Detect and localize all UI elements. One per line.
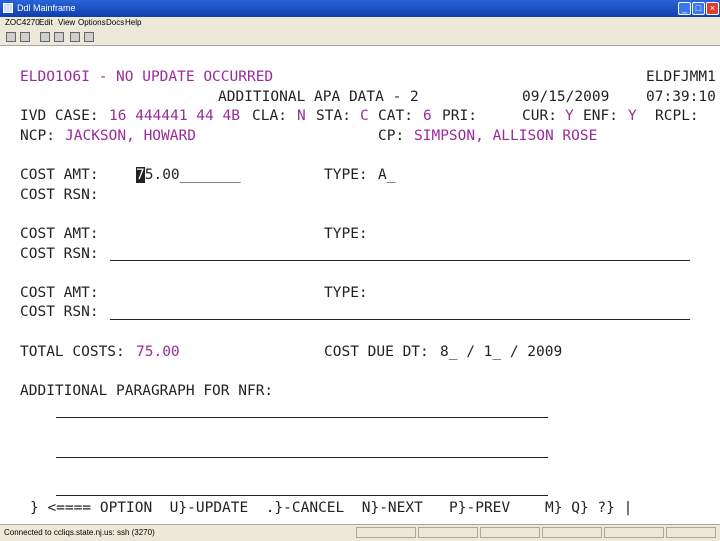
maximize-button[interactable]: □: [692, 2, 705, 15]
cp-label: CP:: [378, 128, 405, 144]
pri-label: PRI:: [442, 108, 477, 124]
minimize-button[interactable]: _: [678, 2, 691, 15]
cost-rsn-field-2[interactable]: [110, 260, 690, 261]
cost-rsn-field-3[interactable]: [110, 319, 690, 320]
ncp-value: JACKSON, HOWARD: [65, 128, 196, 144]
print-icon[interactable]: [40, 32, 50, 42]
menu-item-help[interactable]: Help: [125, 18, 141, 28]
ncp-label: NCP:: [20, 128, 55, 144]
sta-value: C: [360, 108, 369, 124]
app-icon: [3, 3, 13, 13]
cost-rsn-label-1: COST RSN:: [20, 187, 99, 203]
status-cell: [356, 527, 416, 538]
cla-label: CLA:: [252, 108, 287, 124]
ivd-case-label: IVD CASE:: [20, 108, 99, 124]
cur-value: Y: [565, 108, 574, 124]
paragraph-field-2[interactable]: [56, 457, 548, 458]
cost-rsn-label-2: COST RSN:: [20, 246, 99, 262]
cur-label: CUR:: [522, 108, 557, 124]
cost-amt-field-1[interactable]: 75.00_______: [136, 167, 241, 184]
cost-due-field[interactable]: 8_ / 1_ / 2009: [440, 344, 562, 361]
copy-icon[interactable]: [70, 32, 80, 42]
close-button[interactable]: ×: [706, 2, 719, 15]
text-cursor: 7: [136, 167, 145, 183]
status-cell: [418, 527, 478, 538]
cat-label: CAT:: [378, 108, 413, 124]
status-bar: Connected to ccliqs.state.nj.us: ssh (32…: [0, 524, 720, 541]
sta-label: STA:: [316, 108, 351, 124]
status-cell: [604, 527, 664, 538]
total-costs-value: 75.00: [136, 344, 180, 360]
menu-item-options[interactable]: Options: [78, 18, 106, 28]
disconnect-icon[interactable]: [20, 32, 30, 42]
status-cell: [542, 527, 602, 538]
paragraph-field-1[interactable]: [56, 417, 548, 418]
toolbar: [0, 29, 720, 46]
menu-item-edit[interactable]: Edit: [39, 18, 53, 28]
menu-item-docs[interactable]: Docs: [106, 18, 124, 28]
type-label-3: TYPE:: [324, 285, 368, 301]
type-label-1: TYPE:: [324, 167, 368, 183]
cp-value: SIMPSON, ALLISON ROSE: [414, 128, 598, 144]
cost-due-label: COST DUE DT:: [324, 344, 429, 360]
message-line: ELDO1O6I - NO UPDATE OCCURRED: [20, 69, 274, 85]
screen-id: ELDFJMM1: [646, 69, 716, 85]
cost-amt-label-1: COST AMT:: [20, 167, 99, 183]
ivd-case-value: 16 444441 44 4B: [109, 108, 240, 124]
screen-time: 07:39:10: [646, 89, 716, 105]
paste-icon[interactable]: [84, 32, 94, 42]
cost-amt-value-1: 5.00_______: [144, 167, 241, 183]
terminal-screen[interactable]: ELDO1O6I - NO UPDATE OCCURRED ELDFJMM1 A…: [0, 46, 720, 524]
paragraph-field-3[interactable]: [56, 495, 548, 496]
enf-value: Y: [628, 108, 637, 124]
status-text: Connected to ccliqs.state.nj.us: ssh (32…: [4, 528, 155, 537]
total-costs-label: TOTAL COSTS:: [20, 344, 125, 360]
menu-item-zoc[interactable]: ZOC4270: [5, 18, 40, 28]
status-cell: [480, 527, 540, 538]
page-title: ADDITIONAL APA DATA - 2: [218, 89, 419, 105]
screen-date: 09/15/2009: [522, 89, 610, 105]
status-cell: [666, 527, 716, 538]
cla-value: N: [297, 108, 306, 124]
additional-paragraph-label: ADDITIONAL PARAGRAPH FOR NFR:: [20, 383, 274, 399]
function-key-line: } <==== OPTION U}-UPDATE .}-CANCEL N}-NE…: [30, 500, 633, 516]
type-label-2: TYPE:: [324, 226, 368, 242]
cost-rsn-label-3: COST RSN:: [20, 304, 99, 320]
cost-amt-label-3: COST AMT:: [20, 285, 99, 301]
cat-value: 6: [423, 108, 432, 124]
rcpl-label: RCPL:: [655, 108, 699, 124]
screen-icon[interactable]: [54, 32, 64, 42]
menu-bar: ZOC4270 Edit View Options Docs Help: [0, 17, 720, 29]
connect-icon[interactable]: [6, 32, 16, 42]
type-field-1[interactable]: A_: [378, 167, 395, 184]
enf-label: ENF:: [583, 108, 618, 124]
menu-item-view[interactable]: View: [58, 18, 75, 28]
window-title: Ddl Mainframe: [17, 3, 76, 13]
cost-amt-label-2: COST AMT:: [20, 226, 99, 242]
window-titlebar: Ddl Mainframe _ □ ×: [0, 0, 720, 17]
